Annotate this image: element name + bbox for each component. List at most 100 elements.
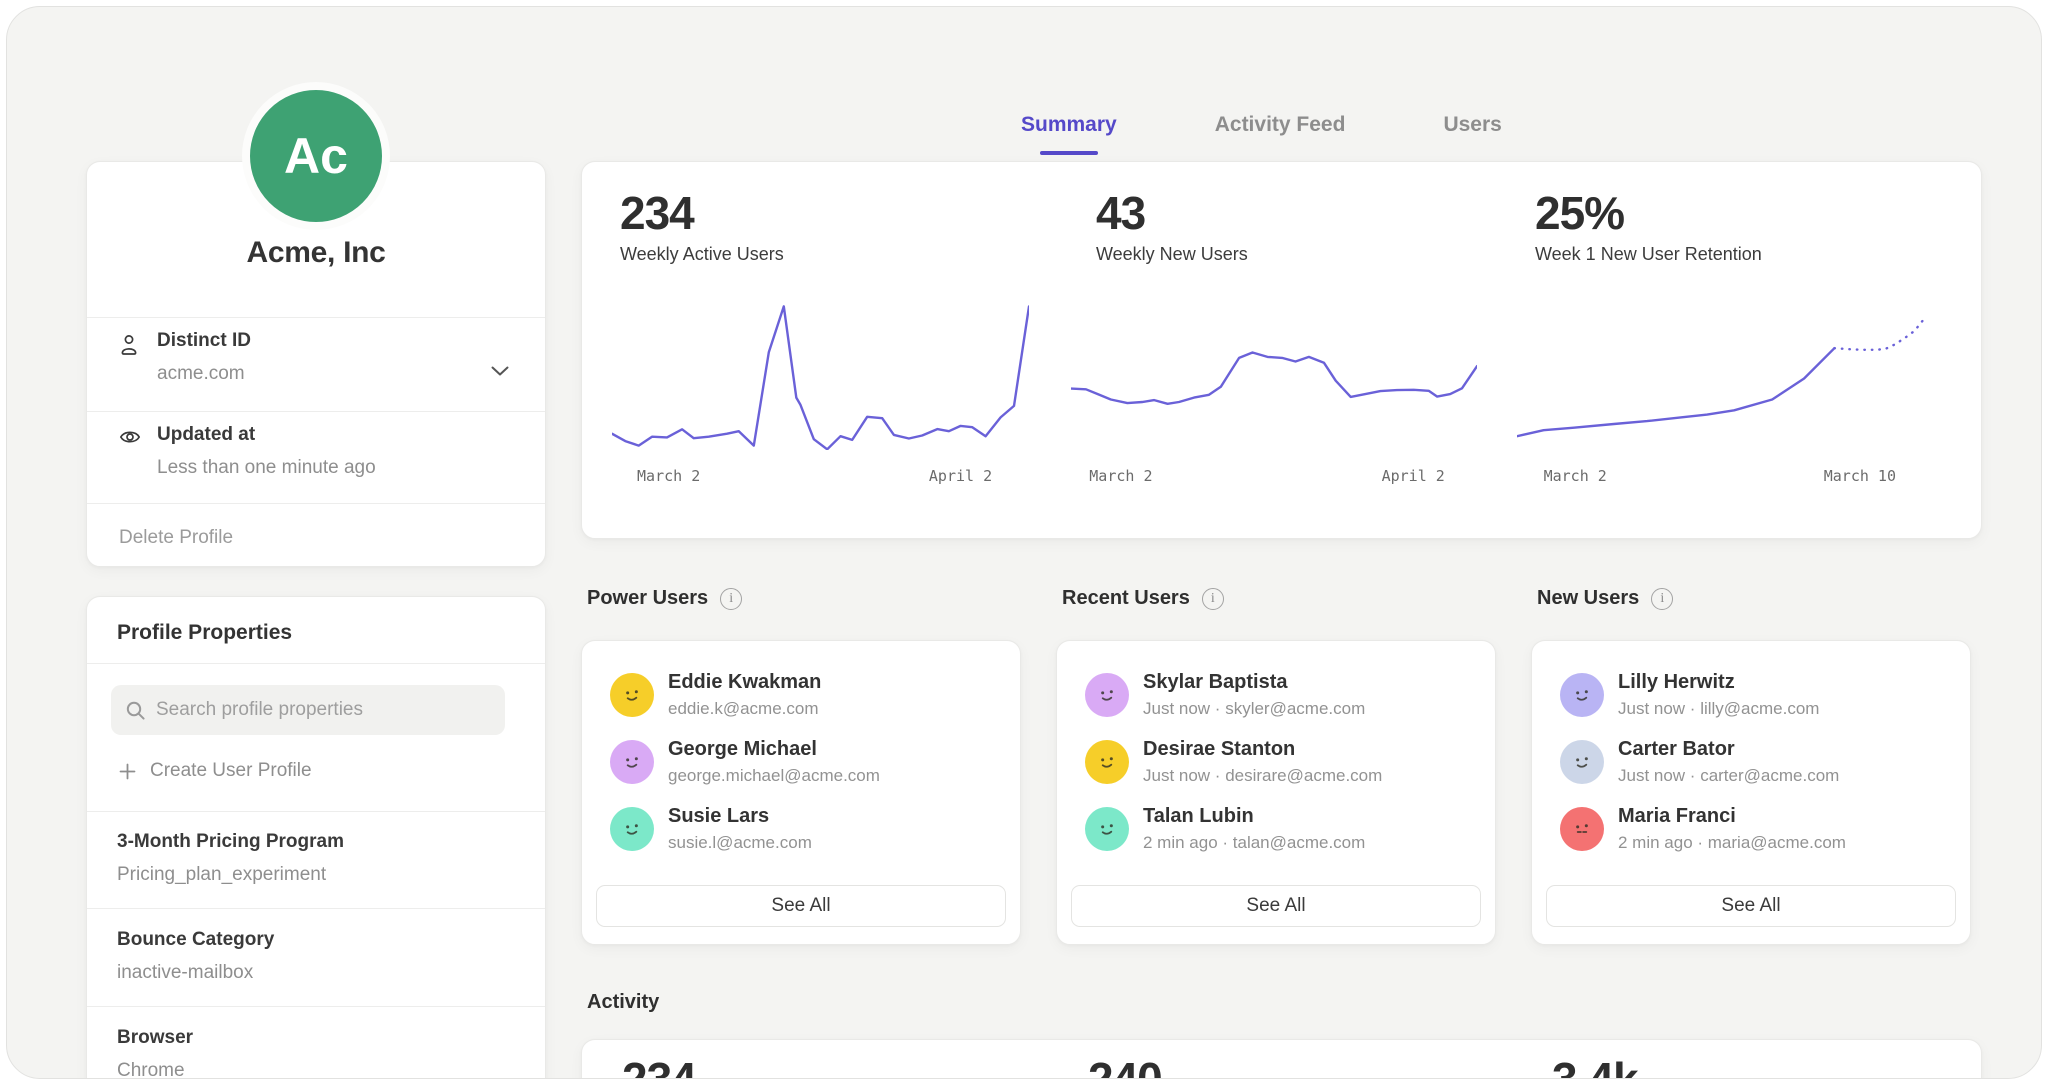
property-value: inactive-mailbox xyxy=(117,962,253,984)
avatar-face-icon xyxy=(1094,682,1120,708)
tab-activity-feed[interactable]: Activity Feed xyxy=(1215,113,1346,155)
property-value: Pricing_plan_experiment xyxy=(117,864,326,886)
stat-label: Week 1 New User Retention xyxy=(1535,244,1762,265)
chart-x-axis: March 2 March 10 xyxy=(1517,467,1926,491)
updated-at-label: Updated at xyxy=(157,424,255,446)
x-tick-label: April 2 xyxy=(1382,467,1445,485)
delete-profile-button[interactable]: Delete Profile xyxy=(119,527,233,549)
active-tab-underline xyxy=(1040,151,1098,155)
see-all-button[interactable]: See All xyxy=(1546,885,1956,927)
x-tick-label: March 10 xyxy=(1824,467,1896,485)
chart-x-axis: March 2 April 2 xyxy=(1071,467,1477,491)
chart-canvas xyxy=(1517,302,1926,450)
stat-label: Weekly New Users xyxy=(1096,244,1248,265)
chart-x-axis: March 2 April 2 xyxy=(612,467,1029,491)
property-row-bounce-category[interactable]: Bounce Category inactive-mailbox xyxy=(87,909,545,1007)
list-item[interactable]: Lilly Herwitz Just now · lilly@acme.com xyxy=(1560,669,1942,727)
user-avatar xyxy=(610,673,654,717)
x-tick-label: April 2 xyxy=(929,467,992,485)
list-item[interactable]: Talan Lubin 2 min ago · talan@acme.com xyxy=(1085,803,1467,861)
company-avatar: Ac xyxy=(242,82,390,230)
power-users-header: Power Users i xyxy=(587,587,742,610)
list-item[interactable]: Desirae Stanton Just now · desirare@acme… xyxy=(1085,736,1467,794)
tab-users[interactable]: Users xyxy=(1443,113,1501,155)
summary-card: 234 Weekly Active Users 43 Weekly New Us… xyxy=(581,161,1982,539)
search-input[interactable] xyxy=(156,699,491,721)
recent-users-card: Skylar Baptista Just now · skyler@acme.c… xyxy=(1056,640,1496,945)
see-all-button[interactable]: See All xyxy=(596,885,1006,927)
company-avatar-initials: Ac xyxy=(284,127,348,185)
list-item[interactable]: Carter Bator Just now · carter@acme.com xyxy=(1560,736,1942,794)
avatar-face-icon xyxy=(619,816,645,842)
activity-stat-value: 240 xyxy=(1088,1052,1162,1079)
user-email: Just now · lilly@acme.com xyxy=(1618,699,1819,719)
tab-summary[interactable]: Summary xyxy=(1021,113,1117,155)
wau-line-chart: March 2 April 2 xyxy=(612,302,1029,492)
avatar-face-icon xyxy=(619,749,645,775)
avatar-face-icon xyxy=(619,682,645,708)
see-all-button[interactable]: See All xyxy=(1071,885,1481,927)
list-item[interactable]: Eddie Kwakman eddie.k@acme.com xyxy=(610,669,992,727)
user-name: Eddie Kwakman xyxy=(668,671,821,694)
info-icon[interactable]: i xyxy=(1651,588,1673,610)
divider xyxy=(87,503,545,504)
recent-users-title: Recent Users xyxy=(1062,587,1190,610)
user-name: Maria Franci xyxy=(1618,805,1736,828)
info-icon[interactable]: i xyxy=(720,588,742,610)
updated-at-value: Less than one minute ago xyxy=(157,457,376,479)
activity-section-title: Activity xyxy=(587,991,659,1014)
divider xyxy=(87,411,545,412)
list-item[interactable]: George Michael george.michael@acme.com xyxy=(610,736,992,794)
avatar-face-icon xyxy=(1094,749,1120,775)
user-email: susie.l@acme.com xyxy=(668,833,812,853)
stat-value: 43 xyxy=(1096,186,1145,240)
user-avatar xyxy=(1560,740,1604,784)
chevron-down-icon[interactable] xyxy=(491,366,509,377)
profile-properties-search[interactable] xyxy=(111,685,505,735)
tab-bar: Summary Activity Feed Users xyxy=(1021,113,1502,155)
user-avatar xyxy=(1560,807,1604,851)
property-row-pricing-program[interactable]: 3-Month Pricing Program Pricing_plan_exp… xyxy=(87,811,545,909)
divider xyxy=(87,663,545,664)
power-users-card: Eddie Kwakman eddie.k@acme.com George Mi… xyxy=(581,640,1021,945)
distinct-id-label: Distinct ID xyxy=(157,330,251,352)
stat-label: Weekly Active Users xyxy=(620,244,784,265)
user-avatar xyxy=(1085,807,1129,851)
divider xyxy=(87,317,545,318)
user-name: Susie Lars xyxy=(668,805,769,828)
new-users-title: New Users xyxy=(1537,587,1639,610)
company-name: Acme, Inc xyxy=(87,236,545,270)
list-item[interactable]: Susie Lars susie.l@acme.com xyxy=(610,803,992,861)
plus-icon xyxy=(119,763,136,780)
activity-stat-value: 3.4k xyxy=(1552,1052,1638,1079)
user-avatar xyxy=(610,807,654,851)
user-avatar xyxy=(1085,673,1129,717)
tab-activity-feed-label: Activity Feed xyxy=(1215,113,1346,136)
recent-users-header: Recent Users i xyxy=(1062,587,1224,610)
user-avatar xyxy=(610,740,654,784)
chart-canvas xyxy=(612,302,1029,450)
profile-properties-card: Profile Properties Create User Profile xyxy=(86,596,546,1079)
list-item[interactable]: Skylar Baptista Just now · skyler@acme.c… xyxy=(1085,669,1467,727)
profile-properties-title: Profile Properties xyxy=(117,621,292,645)
avatar-face-icon xyxy=(1569,816,1595,842)
app-window: Ac Acme, Inc Distinct ID acme.com xyxy=(6,6,2042,1079)
x-tick-label: March 2 xyxy=(637,467,700,485)
property-label: 3-Month Pricing Program xyxy=(117,831,344,853)
create-user-profile-button[interactable]: Create User Profile xyxy=(119,760,312,782)
retention-line-chart: March 2 March 10 xyxy=(1517,302,1926,492)
user-email: Just now · desirare@acme.com xyxy=(1143,766,1382,786)
power-users-title: Power Users xyxy=(587,587,708,610)
wnu-line-chart: March 2 April 2 xyxy=(1071,302,1477,492)
info-icon[interactable]: i xyxy=(1202,588,1224,610)
search-icon xyxy=(125,700,146,721)
property-label: Bounce Category xyxy=(117,929,274,951)
user-avatar xyxy=(1085,740,1129,784)
user-name: Desirae Stanton xyxy=(1143,738,1295,761)
new-users-card: Lilly Herwitz Just now · lilly@acme.com … xyxy=(1531,640,1971,945)
property-row-browser[interactable]: Browser Chrome xyxy=(87,1007,545,1079)
x-tick-label: March 2 xyxy=(1089,467,1152,485)
user-email: Just now · skyler@acme.com xyxy=(1143,699,1365,719)
activity-stat-value: 234 xyxy=(622,1052,696,1079)
list-item[interactable]: Maria Franci 2 min ago · maria@acme.com xyxy=(1560,803,1942,861)
